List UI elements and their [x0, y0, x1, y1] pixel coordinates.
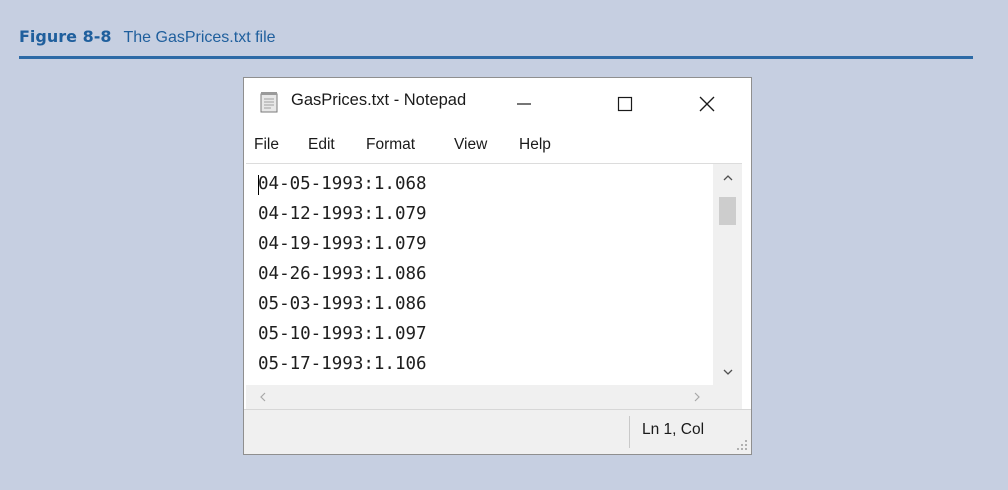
- chevron-up-icon: [723, 174, 732, 180]
- text-line: 04-26-1993:1.086: [258, 264, 427, 284]
- text-line: 05-10-1993:1.097: [258, 324, 427, 344]
- horizontal-scrollbar[interactable]: [246, 385, 713, 409]
- maximize-icon: [617, 96, 633, 111]
- text-line: 05-03-1993:1.086: [258, 294, 427, 314]
- maximize-button[interactable]: [599, 78, 651, 129]
- minimize-button[interactable]: [498, 78, 550, 129]
- text-line: 04-12-1993:1.079: [258, 204, 427, 224]
- scroll-left-button[interactable]: [252, 385, 272, 409]
- menu-bar: File Edit Format View Help: [244, 129, 751, 163]
- figure-caption: Figure 8-8 The GasPrices.txt file: [19, 27, 276, 51]
- status-separator: [629, 416, 630, 448]
- scroll-down-button[interactable]: [713, 359, 742, 385]
- minimize-icon: [517, 102, 531, 105]
- window-title: GasPrices.txt - Notepad: [291, 91, 467, 109]
- text-line: 05-17-1993:1.106: [258, 354, 427, 374]
- chevron-right-icon: [694, 392, 700, 402]
- menu-edit[interactable]: Edit: [308, 136, 335, 154]
- text-line: 04-05-1993:1.068: [258, 174, 427, 194]
- title-bar[interactable]: GasPrices.txt - Notepad: [244, 78, 751, 129]
- chevron-down-icon: [723, 369, 732, 375]
- close-icon: [699, 96, 715, 111]
- cursor-position: Ln 1, Col: [642, 421, 705, 438]
- vertical-scrollbar[interactable]: [713, 163, 742, 385]
- menu-file[interactable]: File: [254, 136, 279, 154]
- scroll-right-button[interactable]: [687, 385, 707, 409]
- figure-number: Figure 8-8: [19, 27, 112, 46]
- figure-page: Figure 8-8 The GasPrices.txt file GasPri…: [0, 0, 1008, 490]
- notepad-icon: [260, 92, 278, 113]
- menu-format[interactable]: Format: [366, 136, 415, 154]
- notepad-window: GasPrices.txt - Notepad File Edit Format…: [243, 77, 752, 455]
- close-button[interactable]: [681, 78, 733, 129]
- vertical-scroll-thumb[interactable]: [719, 197, 736, 225]
- scrollbar-corner: [713, 385, 742, 409]
- menu-view[interactable]: View: [454, 136, 487, 154]
- status-bar: Ln 1, Col: [244, 409, 751, 454]
- text-caret: [258, 175, 259, 195]
- menu-help[interactable]: Help: [519, 136, 551, 154]
- chevron-left-icon: [259, 392, 265, 402]
- scroll-up-button[interactable]: [713, 164, 742, 190]
- text-editor[interactable]: 04-05-1993:1.068 04-12-1993:1.079 04-19-…: [246, 163, 713, 385]
- caption-divider: [19, 56, 973, 59]
- resize-grip-icon[interactable]: [736, 439, 748, 451]
- text-line: 04-19-1993:1.079: [258, 234, 427, 254]
- figure-title: The GasPrices.txt file: [123, 29, 276, 46]
